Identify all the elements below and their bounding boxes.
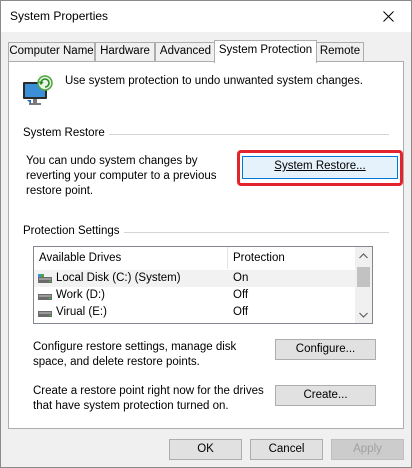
tab-label: Advanced: [159, 45, 212, 57]
drive-icon: [38, 293, 52, 300]
drive-icon: [38, 310, 52, 317]
create-button-label: Create...: [303, 389, 348, 401]
tab-remote[interactable]: Remote: [316, 42, 364, 62]
tab-computer-name[interactable]: Computer Name: [8, 42, 95, 62]
configure-button-label: Configure...: [295, 343, 356, 355]
scroll-down-button[interactable]: [355, 306, 372, 323]
tab-label: Hardware: [100, 45, 150, 57]
chevron-down-icon: [359, 312, 368, 318]
drive-protection-status: Off: [233, 306, 249, 318]
tab-advanced[interactable]: Advanced: [155, 42, 216, 62]
drive-name: Local Disk (C:) (System): [56, 272, 181, 284]
tab-label: Computer Name: [9, 45, 94, 57]
column-header-drives[interactable]: Available Drives: [34, 247, 228, 269]
scroll-thumb[interactable]: [357, 267, 370, 287]
tab-label: System Protection: [218, 44, 313, 56]
system-drive-icon: [38, 273, 52, 283]
divider: [124, 232, 389, 233]
drive-protection-status: Off: [233, 289, 249, 301]
drive-name: Virual (E:): [56, 306, 107, 318]
column-header-protection[interactable]: Protection: [228, 247, 356, 269]
drive-cell: Work (D:): [38, 287, 105, 304]
system-restore-button[interactable]: System Restore...: [242, 156, 398, 179]
apply-button-label: Apply: [353, 443, 382, 455]
ok-button-label: OK: [197, 443, 214, 455]
vertical-scrollbar[interactable]: [355, 247, 372, 323]
tab-system-protection[interactable]: System Protection: [214, 40, 317, 63]
close-button[interactable]: [365, 1, 411, 32]
system-restore-group-label: System Restore: [23, 127, 109, 139]
system-restore-description: You can undo system changes by reverting…: [26, 155, 217, 197]
drive-protection-status: On: [233, 272, 249, 284]
chevron-up-icon: [359, 252, 368, 258]
protection-settings-group-label: Protection Settings: [23, 225, 124, 237]
drive-name: Work (D:): [56, 289, 105, 301]
drive-cell: Virual (E:): [38, 304, 107, 321]
system-protection-panel: Use system protection to undo unwanted s…: [8, 61, 404, 429]
create-button[interactable]: Create...: [275, 385, 376, 406]
create-description: Create a restore point right now for the…: [33, 385, 264, 412]
title-bar: System Properties: [1, 1, 411, 32]
tab-strip: Computer Name Hardware Advanced System P…: [8, 40, 404, 63]
configure-description: Configure restore settings, manage disk …: [33, 341, 237, 368]
drive-cell: Local Disk (C:) (System): [38, 270, 181, 287]
cancel-button[interactable]: Cancel: [250, 439, 323, 460]
table-row[interactable]: Work (D:) Off: [34, 287, 356, 304]
system-protection-icon: [23, 75, 53, 105]
table-row[interactable]: Virual (E:) Off: [34, 304, 356, 321]
intro-text: Use system protection to undo unwanted s…: [65, 75, 363, 87]
scroll-up-button[interactable]: [355, 247, 372, 264]
system-properties-dialog: System Properties Computer Name Hardware…: [0, 0, 412, 468]
ok-button[interactable]: OK: [169, 439, 242, 460]
table-row[interactable]: Local Disk (C:) (System) On: [34, 270, 356, 287]
divider: [107, 134, 389, 135]
close-icon: [382, 11, 394, 22]
apply-button[interactable]: Apply: [331, 439, 404, 460]
window-title: System Properties: [10, 9, 109, 23]
tab-label: Remote: [319, 45, 361, 57]
drives-table[interactable]: Available Drives Protection Local Disk (…: [33, 246, 373, 324]
cancel-button-label: Cancel: [268, 443, 305, 455]
tab-hardware[interactable]: Hardware: [95, 42, 155, 62]
system-restore-button-label: System Restore...: [274, 160, 366, 172]
configure-button[interactable]: Configure...: [275, 339, 376, 360]
